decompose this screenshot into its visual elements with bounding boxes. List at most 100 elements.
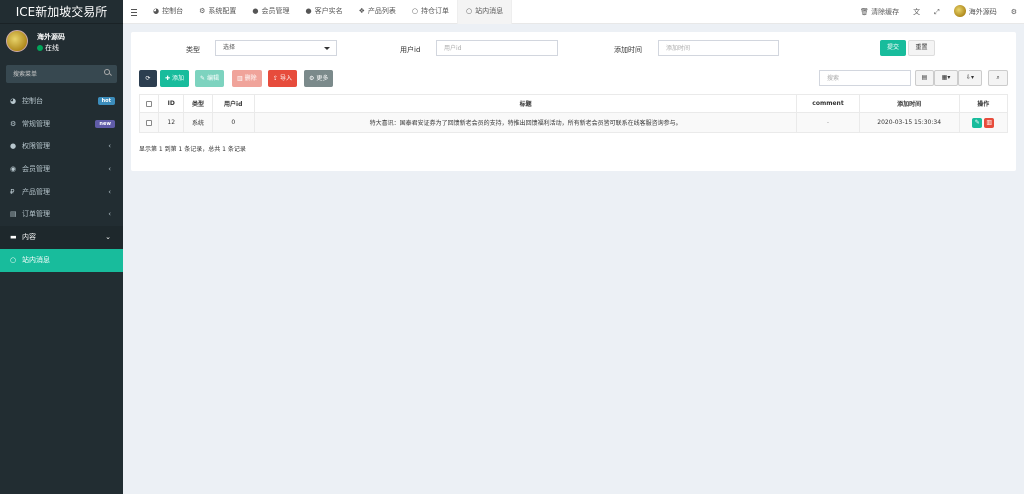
columns-button[interactable]: ▦▾	[934, 70, 958, 86]
search-icon: ⌕	[996, 74, 1000, 81]
app-logo[interactable]: ICE新加坡交易所	[0, 0, 123, 24]
cell-id: 12	[158, 112, 185, 133]
sidebar-item-label: 会员管理	[22, 165, 50, 174]
tab-messages[interactable]: ○ 站内消息	[457, 0, 513, 24]
cog-icon: ⚙	[199, 7, 206, 15]
user-name: 海外源码	[37, 33, 65, 41]
sidebar-item-label: 常规管理	[22, 119, 50, 128]
reset-button[interactable]: 重置	[908, 40, 935, 56]
list-icon: ▤	[10, 210, 17, 219]
topbar-right: 🗑 清除缓存 文 ⤢ 海外源码 ⚙	[853, 0, 1024, 24]
row-checkbox[interactable]	[146, 119, 153, 126]
user-menu[interactable]: 海外源码	[947, 0, 1004, 24]
tab-system-config[interactable]: ⚙ 系统配置	[191, 0, 244, 24]
col-comment[interactable]: comment	[796, 94, 860, 113]
users-icon: ●	[10, 142, 17, 151]
select-all-cell	[138, 94, 160, 113]
topbar: ◕ 控制台 ⚙ 系统配置 ● 会员管理 ● 客户实名 ❖ 产品列表 ○ 持仓订单 ○ 站内消息…	[123, 0, 1024, 24]
row-delete-button[interactable]: ▥	[984, 117, 995, 128]
fullscreen-button[interactable]: ⤢	[927, 0, 947, 24]
col-userid[interactable]: 用户id	[211, 94, 255, 113]
circle-icon: ○	[10, 255, 17, 264]
sidebar-nav: ◕ 控制台 hot ⚙ 常规管理 new ● 权限管理 ‹ ◉ 会员管理 ‹ ₽…	[0, 90, 123, 272]
table-search-input[interactable]	[819, 70, 911, 86]
language-button[interactable]: 文	[906, 0, 927, 24]
user-circle-icon: ◉	[10, 165, 17, 174]
advanced-search-button[interactable]: ⌕	[988, 70, 1008, 86]
col-actions: 操作	[958, 94, 1009, 113]
row-edit-button[interactable]: ✎	[972, 117, 983, 128]
user-status: 在线	[37, 43, 59, 53]
sidebar-item-permissions[interactable]: ● 权限管理 ‹	[0, 135, 123, 158]
toggle-view-button[interactable]: ▤	[915, 70, 934, 86]
sidebar-search	[6, 65, 117, 83]
trash-icon: ▥	[237, 75, 243, 82]
menu-toggle-icon[interactable]	[131, 5, 141, 19]
status-text: 在线	[45, 44, 59, 52]
col-time[interactable]: 添加时间	[858, 94, 960, 113]
dashboard-icon: ◕	[153, 7, 160, 15]
add-button[interactable]: ✚ 添加	[160, 70, 189, 87]
clear-cache-button[interactable]: 🗑 清除缓存	[853, 0, 906, 24]
tab-positions[interactable]: ○ 持仓订单	[404, 0, 457, 24]
pencil-icon: ✎	[974, 118, 980, 126]
plus-icon: ✚	[165, 75, 171, 82]
gear-icon: ⚙	[1010, 8, 1017, 16]
export-button[interactable]: ⇩▾	[958, 70, 982, 86]
tab-realname[interactable]: ● 客户实名	[298, 0, 351, 24]
sidebar-item-general[interactable]: ⚙ 常规管理 new	[0, 113, 123, 136]
col-id[interactable]: ID	[158, 94, 185, 113]
sidebar-item-label: 产品管理	[22, 187, 50, 196]
userid-input[interactable]	[436, 40, 558, 56]
menu-search-input[interactable]	[6, 65, 96, 83]
cell-userid: 0	[211, 112, 255, 133]
tab-products[interactable]: ❖ 产品列表	[351, 0, 404, 24]
edit-button[interactable]: ✎ 编辑	[195, 70, 224, 87]
tab-dashboard[interactable]: ◕ 控制台	[145, 0, 191, 24]
hot-badge: hot	[97, 97, 115, 105]
tab-members[interactable]: ● 会员管理	[244, 0, 297, 24]
chevron-left-icon: ‹	[108, 187, 111, 196]
content-icon: ▬	[10, 233, 17, 242]
delete-button[interactable]: ▥ 删除	[232, 70, 262, 87]
submit-button[interactable]: 提交	[880, 40, 906, 56]
import-button[interactable]: ⇪ 导入	[268, 70, 297, 87]
sidebar-item-products[interactable]: ₽ 产品管理 ‹	[0, 181, 123, 204]
sidebar-item-messages[interactable]: ○ 站内消息	[0, 248, 123, 272]
sidebar-item-members[interactable]: ◉ 会员管理 ‹	[0, 158, 123, 181]
status-dot-icon	[37, 45, 43, 51]
table-row[interactable]: 12 系统 0 特大喜讯：国泰君安证券为了回馈新老会员的支持，特推出回馈福利活动…	[138, 112, 1009, 133]
trash-icon: ▥	[986, 118, 993, 126]
sidebar-item-label: 权限管理	[22, 142, 50, 151]
user-icon: ●	[305, 7, 312, 15]
cubes-icon: ❖	[358, 7, 365, 15]
col-type[interactable]: 类型	[183, 94, 213, 113]
type-select[interactable]: 选择	[215, 40, 337, 56]
cogs-icon: ⚙	[10, 119, 17, 128]
data-table: ID 类型 用户id 标题 comment 添加时间 操作 12 系统 0 特大…	[138, 94, 1009, 133]
time-input[interactable]	[658, 40, 779, 56]
refresh-button[interactable]: ⟳	[139, 70, 157, 87]
fullscreen-icon: ⤢	[934, 8, 940, 16]
chevron-left-icon: ‹	[108, 165, 111, 174]
cell-actions: ✎ ▥	[958, 112, 1009, 133]
search-icon[interactable]	[104, 69, 110, 75]
cell-time: 2020-03-15 15:30:34	[858, 112, 960, 133]
table-header-row: ID 类型 用户id 标题 comment 添加时间 操作	[138, 94, 1009, 113]
avatar	[953, 5, 966, 17]
grid-icon: ▦▾	[941, 74, 951, 81]
user-panel: 海外源码 在线	[0, 24, 123, 58]
sidebar-item-content[interactable]: ▬ 内容 ⌄	[0, 226, 123, 249]
select-all-checkbox[interactable]	[146, 100, 153, 107]
circle-icon: ○	[466, 7, 473, 15]
more-button[interactable]: ⚙ 更多	[304, 70, 334, 87]
avatar	[6, 30, 28, 52]
sidebar-item-dashboard[interactable]: ◕ 控制台 hot	[0, 90, 123, 113]
type-label: 类型	[186, 46, 200, 54]
upload-icon: ⇪	[273, 75, 279, 82]
col-title[interactable]: 标题	[253, 94, 798, 113]
chevron-left-icon: ‹	[108, 210, 111, 219]
sidebar-item-orders[interactable]: ▤ 订单管理 ‹	[0, 203, 123, 226]
settings-button[interactable]: ⚙	[1004, 0, 1024, 24]
row-select-cell	[138, 112, 160, 133]
